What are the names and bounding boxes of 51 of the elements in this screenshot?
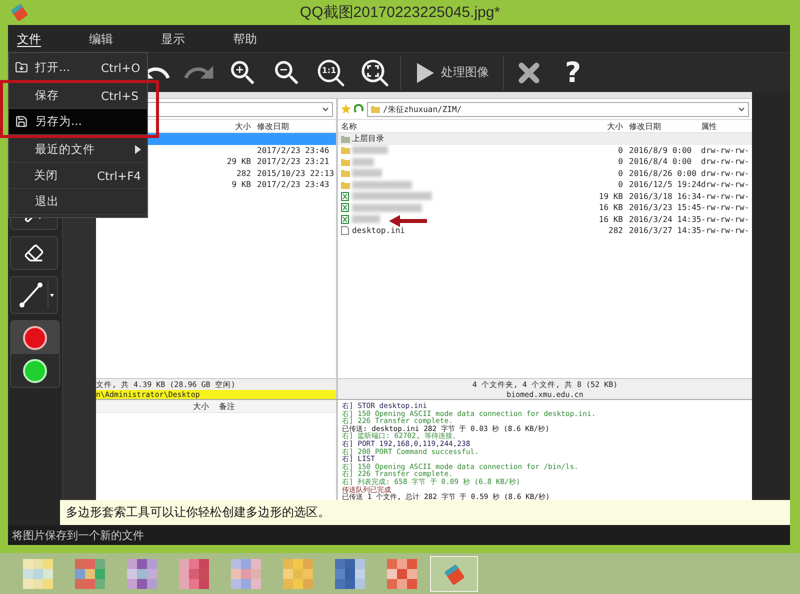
file-size: 0 <box>617 180 623 190</box>
menu-option[interactable]: 打开... Ctrl+O <box>9 55 147 81</box>
window-title: QQ截图20170223225045.jpg* <box>300 3 500 22</box>
menu-option[interactable]: 另存为... <box>9 109 147 135</box>
menu-item[interactable]: 帮助 <box>233 29 305 48</box>
file-size: 0 <box>617 146 623 155</box>
process-image-button[interactable]: 处理图像 <box>407 56 497 90</box>
file-date: 2016/3/27 14:35 <box>628 226 701 236</box>
menu-option[interactable]: 关闭 Ctrl+F4 <box>9 163 147 189</box>
file-size: 16 KB <box>598 203 623 212</box>
path-text: /朱征zhuxuan/ZIM/ <box>383 104 462 114</box>
menu-item[interactable]: 文件 <box>17 29 89 48</box>
menu-item[interactable]: 编辑 <box>89 29 161 48</box>
file-attributes: -rw-rw-rw- <box>701 192 749 201</box>
file-date: 2016/8/9 0:00 <box>628 146 693 155</box>
file-attributes: drw-rw-rw- <box>701 157 749 166</box>
path-field[interactable]: /朱征zhuxuan/ZIM/ <box>367 102 749 116</box>
file-size: 0 <box>617 168 623 178</box>
column-header: 大小 <box>193 400 210 412</box>
menu-option[interactable]: 最近的文件 <box>9 137 147 163</box>
menu-item[interactable]: 显示 <box>161 29 233 48</box>
hint-text: 多边形套索工具可以让你轻松创建多边形的选区。 <box>66 504 330 521</box>
file-date: 2016/8/4 0:00 <box>628 157 693 166</box>
help-button[interactable]: ? <box>554 54 592 90</box>
file-size: 19 KB <box>598 192 623 201</box>
file-date: 2016/8/26 0:00 <box>628 168 698 178</box>
column-header: 修改日期 <box>256 120 290 132</box>
column-header: 大小 <box>234 120 251 132</box>
file-date: 2016/3/18 16:34 <box>628 192 701 201</box>
file-date: 2016/3/23 15:45 <box>628 203 701 212</box>
file-attributes: drw-rw-rw- <box>701 146 749 155</box>
file-date: 2016/12/5 19:24 <box>628 180 701 190</box>
file-size: 282 <box>608 226 623 236</box>
file-attributes: -rw-rw-rw- <box>701 226 749 236</box>
actual-size-button[interactable]: 1:1 <box>312 54 350 90</box>
file-name: 上层目录 <box>352 133 384 144</box>
file-attributes: -rw-rw-rw- <box>701 203 749 212</box>
file-size: 0 <box>617 157 623 166</box>
column-header: 备注 <box>219 400 236 412</box>
file-attributes: drw-rw-rw- <box>701 168 749 178</box>
column-header: 名称 <box>341 120 358 132</box>
status-text: 将图片保存到一个新的文件 <box>12 528 144 542</box>
file-attributes: drw-rw-rw- <box>701 180 749 190</box>
file-size: 16 KB <box>598 214 623 224</box>
file-attributes: -rw-rw-rw- <box>701 214 749 224</box>
menu-option[interactable]: 退出 <box>9 189 147 215</box>
file-name: desktop.ini <box>352 226 405 236</box>
column-header: 大小 <box>606 120 623 132</box>
column-header: 修改日期 <box>628 120 662 132</box>
file-date: 2016/3/24 14:35 <box>628 214 701 224</box>
column-header: 属性 <box>701 120 718 132</box>
